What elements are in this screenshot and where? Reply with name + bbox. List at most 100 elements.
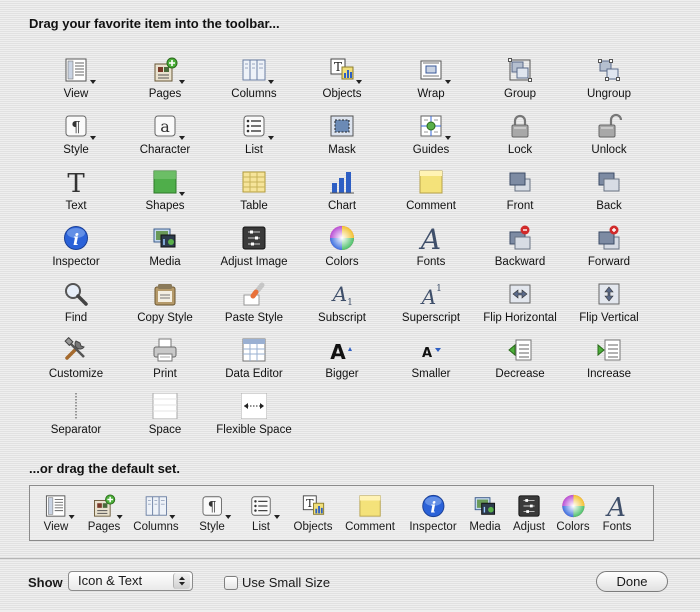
use-small-size-label[interactable]: Use Small Size <box>242 575 330 590</box>
forward-icon <box>596 225 622 251</box>
default-set-heading: ...or drag the default set. <box>29 461 180 476</box>
default-item-colors[interactable]: Colors <box>556 494 590 534</box>
palette-item-unlock[interactable]: Unlock <box>564 113 654 163</box>
palette-item-lock[interactable]: Lock <box>475 113 565 163</box>
palette-item-label: Group <box>504 88 536 100</box>
palette-item-character[interactable]: a Character <box>120 113 210 163</box>
svg-text:i: i <box>430 499 436 516</box>
palette-item-label: Media <box>149 256 181 268</box>
use-small-size-checkbox[interactable] <box>224 576 238 590</box>
palette-item-decrease[interactable]: Decrease <box>475 337 565 387</box>
default-item-inspector[interactable]: i Inspector <box>409 494 457 534</box>
palette-item-wrap[interactable]: Wrap <box>386 57 476 107</box>
palette-item-objects[interactable]: T Objects <box>297 57 387 107</box>
shapes-icon <box>152 169 185 196</box>
palette-item-print[interactable]: Print <box>120 337 210 387</box>
menu-triangle-icon <box>445 80 451 84</box>
palette-item-style[interactable]: ¶ Style <box>31 113 121 163</box>
group-icon <box>507 57 533 83</box>
svg-text:A: A <box>331 282 347 306</box>
bigger-icon: A <box>329 337 355 363</box>
palette-item-label: Pages <box>148 88 182 100</box>
menu-triangle-icon <box>168 515 175 519</box>
superscript-icon: A1 <box>418 281 444 307</box>
palette-item-shapes[interactable]: Shapes <box>120 169 210 219</box>
palette-item-data-editor[interactable]: Data Editor <box>209 337 299 387</box>
palette-item-front[interactable]: Front <box>475 169 565 219</box>
space-icon <box>152 393 178 419</box>
default-item-label: Pages <box>87 521 121 533</box>
palette-item-guides[interactable]: Guides <box>386 113 476 163</box>
sheet-footer: Show Icon & Text Use Small Size Done <box>0 558 700 612</box>
default-item-label: View <box>43 521 69 533</box>
palette-item-view[interactable]: View <box>31 57 121 107</box>
palette-item-bigger[interactable]: A Bigger <box>297 337 387 387</box>
flip-vertical-icon <box>596 281 622 307</box>
palette-item-forward[interactable]: Forward <box>564 225 654 275</box>
palette-item-label: Table <box>240 200 268 212</box>
default-item-columns[interactable]: Columns <box>133 494 179 534</box>
palette-item-flip-vertical[interactable]: Flip Vertical <box>564 281 654 331</box>
svg-text:T: T <box>306 497 314 510</box>
palette-item-media[interactable]: Media <box>120 225 210 275</box>
palette-item-fonts[interactable]: A Fonts <box>386 225 476 275</box>
default-item-media[interactable]: Media <box>469 494 501 534</box>
palette-item-label: Columns <box>231 88 277 100</box>
palette-item-label: Text <box>65 200 87 212</box>
palette-item-back[interactable]: Back <box>564 169 654 219</box>
palette-item-inspector[interactable]: i Inspector <box>31 225 121 275</box>
decrease-icon <box>507 337 533 363</box>
palette-item-group[interactable]: Group <box>475 57 565 107</box>
default-item-objects[interactable]: T Objects <box>294 494 333 534</box>
default-item-view[interactable]: View <box>43 494 75 534</box>
palette-item-mask[interactable]: Mask <box>297 113 387 163</box>
palette-item-chart[interactable]: Chart <box>297 169 387 219</box>
palette-item-space[interactable]: Space <box>120 393 210 443</box>
palette-item-ungroup[interactable]: Ungroup <box>564 57 654 107</box>
palette-item-adjust-image[interactable]: Adjust Image <box>209 225 299 275</box>
default-item-label: Media <box>469 521 501 533</box>
palette-item-smaller[interactable]: A Smaller <box>386 337 476 387</box>
svg-text:1: 1 <box>436 284 442 294</box>
palette-item-label: Copy Style <box>137 312 193 324</box>
palette-item-label: Customize <box>48 368 104 380</box>
palette-item-customize[interactable]: Customize <box>31 337 121 387</box>
palette-item-colors[interactable]: Colors <box>297 225 387 275</box>
palette-item-copy-style[interactable]: Copy Style <box>120 281 210 331</box>
palette-item-subscript[interactable]: A 1 Subscript <box>297 281 387 331</box>
palette-item-flexible-space[interactable]: Flexible Space <box>209 393 299 443</box>
palette-item-find[interactable]: Find <box>31 281 121 331</box>
palette-item-columns[interactable]: Columns <box>209 57 299 107</box>
done-button[interactable]: Done <box>596 571 668 592</box>
palette-item-label: Space <box>148 424 182 436</box>
palette-item-separator[interactable]: Separator <box>31 393 121 443</box>
default-toolbar-set[interactable]: View Pages Columns ¶ Style List T Objects Commen… <box>29 485 654 541</box>
palette-item-label: Colors <box>325 256 359 268</box>
palette-item-comment[interactable]: Comment <box>386 169 476 219</box>
palette-item-paste-style[interactable]: Paste Style <box>209 281 299 331</box>
lock-icon <box>507 113 533 139</box>
default-item-style[interactable]: ¶ Style <box>199 494 231 534</box>
default-item-list[interactable]: List <box>249 494 280 534</box>
palette-item-superscript[interactable]: A 1 Superscript <box>386 281 476 331</box>
palette-item-backward[interactable]: Backward <box>475 225 565 275</box>
fonts-icon: A <box>605 494 629 518</box>
customize-icon <box>63 337 89 363</box>
palette-item-table[interactable]: Table <box>209 169 299 219</box>
inspector-icon: i <box>63 225 89 251</box>
view-icon <box>44 494 75 519</box>
palette-item-list[interactable]: List <box>209 113 299 163</box>
objects-icon: T <box>329 57 362 84</box>
default-item-fonts[interactable]: A Fonts <box>603 494 632 534</box>
palette-item-pages[interactable]: Pages <box>120 57 210 107</box>
media-icon <box>152 225 178 251</box>
default-item-comment[interactable]: Comment <box>345 494 395 534</box>
default-item-pages[interactable]: Pages <box>87 494 123 534</box>
colors-icon <box>329 225 355 251</box>
default-item-adjust[interactable]: Adjust <box>513 494 545 534</box>
palette-item-flip-horizontal[interactable]: Flip Horizontal <box>475 281 565 331</box>
show-popup-button[interactable]: Icon & Text <box>68 571 193 591</box>
palette-item-increase[interactable]: Increase <box>564 337 654 387</box>
menu-triangle-icon <box>69 515 75 519</box>
palette-item-text[interactable]: T Text <box>31 169 121 219</box>
